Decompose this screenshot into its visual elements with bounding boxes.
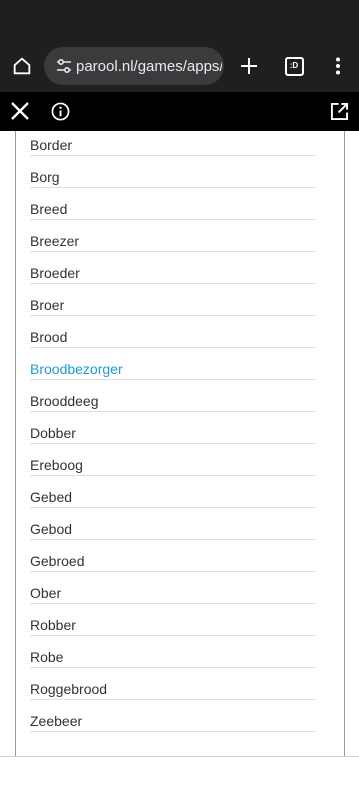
word-item: Breed — [30, 199, 315, 220]
custom-tab-bar — [0, 92, 359, 131]
word-item: Dobber — [30, 423, 315, 444]
tab-switcher-button[interactable]: :D — [276, 48, 312, 84]
word-item: Broer — [30, 295, 315, 316]
tune-icon — [57, 58, 71, 74]
word-item: Roggebrood — [30, 679, 315, 700]
word-item: Gebed — [30, 487, 315, 508]
word-item: Zeebeer — [30, 711, 315, 732]
home-button[interactable] — [4, 48, 40, 84]
word-item: Border — [30, 135, 315, 156]
divider — [0, 756, 359, 757]
plus-icon — [241, 58, 257, 74]
address-bar[interactable]: parool.nl/games/apps/ — [44, 47, 224, 85]
close-button[interactable] — [2, 93, 38, 129]
word-item: Gebod — [30, 519, 315, 540]
close-icon — [11, 102, 29, 120]
url-text[interactable]: parool.nl/games/apps/ — [76, 58, 222, 75]
word-item: Borg — [30, 167, 315, 188]
word-item: Robber — [30, 615, 315, 636]
open-in-new-icon — [330, 102, 348, 120]
word-item: Ereboog — [30, 455, 315, 476]
word-item: Ober — [30, 583, 315, 604]
word-item-highlighted: Broodbezorger — [30, 359, 315, 380]
word-item: Breezer — [30, 231, 315, 252]
word-list-panel: Border Borg Breed Breezer Broeder Broer Brood B… — [15, 131, 345, 756]
tab-switcher-icon: :D — [284, 56, 304, 76]
new-tab-button[interactable] — [231, 48, 267, 84]
word-item: Gebroed — [30, 551, 315, 572]
menu-button[interactable] — [320, 48, 356, 84]
word-list: Border Borg Breed Breezer Broeder Broer Brood B… — [30, 135, 315, 743]
word-item: Robe — [30, 647, 315, 668]
word-item: Broeder — [30, 263, 315, 284]
word-item: Brooddeeg — [30, 391, 315, 412]
word-item: Brood — [30, 327, 315, 348]
info-button[interactable] — [42, 93, 78, 129]
site-settings-button[interactable] — [44, 58, 72, 74]
more-vert-icon — [336, 57, 340, 75]
open-in-browser-button[interactable] — [321, 93, 357, 129]
info-icon — [51, 102, 69, 120]
browser-toolbar: parool.nl/games/apps/ :D — [0, 0, 359, 92]
home-icon — [13, 57, 31, 75]
